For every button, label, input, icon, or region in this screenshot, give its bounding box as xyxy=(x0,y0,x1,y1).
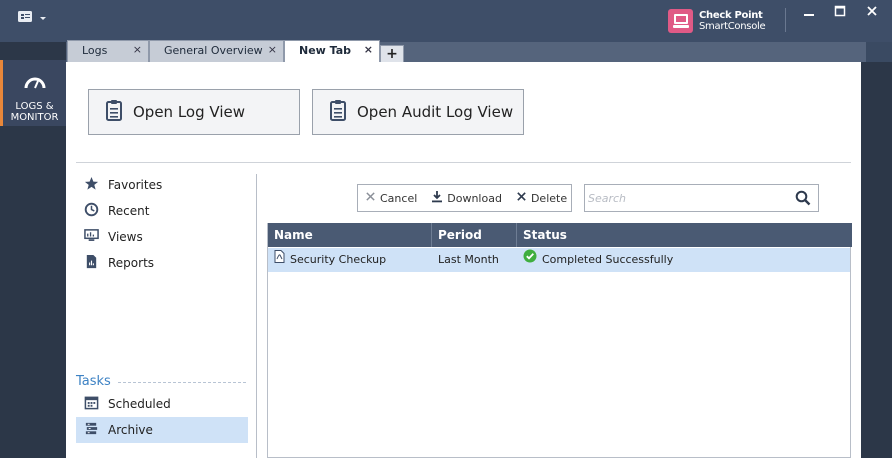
delete-icon xyxy=(516,191,527,205)
brand-name: Check Point xyxy=(699,10,763,21)
nav-item-label: Favorites xyxy=(108,178,163,192)
nav-item-recent[interactable]: Recent xyxy=(76,198,256,224)
tab-logs[interactable]: Logs × xyxy=(67,40,149,62)
minimize-icon xyxy=(803,5,815,20)
nav-list: Favorites Recent Views Reports xyxy=(76,172,256,276)
gauge-icon xyxy=(23,74,47,93)
open-log-view-button[interactable]: Open Log View xyxy=(88,89,300,135)
success-check-icon xyxy=(523,248,537,272)
task-item-label: Archive xyxy=(108,423,153,437)
tab-close-icon[interactable]: × xyxy=(364,40,373,60)
product-name: SmartConsole xyxy=(699,21,766,32)
brand-logo-area: Check Point SmartConsole xyxy=(668,8,766,34)
task-item-archive[interactable]: Archive xyxy=(76,417,248,443)
tab-new-tab[interactable]: New Tab × xyxy=(284,40,380,63)
chevron-down-icon xyxy=(39,11,47,25)
right-edge xyxy=(861,62,892,458)
task-item-scheduled[interactable]: Scheduled xyxy=(76,391,248,417)
download-icon xyxy=(431,190,443,206)
main-content: Open Log View Open Audit Log View Favori… xyxy=(66,62,861,458)
column-header-period[interactable]: Period xyxy=(432,223,517,247)
open-audit-log-view-label: Open Audit Log View xyxy=(357,103,514,121)
open-log-view-label: Open Log View xyxy=(133,103,245,121)
delete-button[interactable]: Delete xyxy=(509,185,574,211)
tasks-heading: Tasks xyxy=(76,374,111,389)
close-window-button[interactable] xyxy=(863,4,881,20)
rail-item-logs-monitor[interactable]: LOGS & MONITOR xyxy=(0,60,66,126)
clipboard-icon xyxy=(105,99,123,125)
panel-splitter[interactable] xyxy=(256,174,257,458)
rail-item-label-line1: LOGS & xyxy=(15,101,54,112)
tab-general-overview[interactable]: General Overview × xyxy=(149,40,284,62)
clipboard-icon xyxy=(329,99,347,125)
nav-item-favorites[interactable]: Favorites xyxy=(76,172,256,198)
nav-item-label: Views xyxy=(108,230,143,244)
tab-label: New Tab xyxy=(299,44,352,57)
title-bar: Check Point SmartConsole xyxy=(0,0,892,42)
left-rail: LOGS & MONITOR xyxy=(0,42,66,458)
star-icon xyxy=(84,176,99,194)
cancel-label: Cancel xyxy=(380,191,418,205)
calendar-icon xyxy=(84,395,99,413)
section-divider xyxy=(76,162,851,163)
monitor-icon xyxy=(84,228,99,246)
title-separator xyxy=(785,8,786,32)
nav-item-label: Recent xyxy=(108,204,150,218)
minimize-button[interactable] xyxy=(800,4,818,20)
maximize-button[interactable] xyxy=(831,4,849,20)
tasks-divider xyxy=(118,382,246,383)
task-item-label: Scheduled xyxy=(108,397,171,411)
clock-icon xyxy=(84,202,99,220)
nav-item-views[interactable]: Views xyxy=(76,224,256,250)
table-row[interactable]: Security Checkup Last Month Completed Su… xyxy=(268,248,850,272)
maximize-icon xyxy=(834,5,846,20)
delete-label: Delete xyxy=(530,191,568,205)
pdf-file-icon xyxy=(274,248,285,272)
column-header-status[interactable]: Status xyxy=(517,223,852,247)
row-name: Security Checkup xyxy=(290,253,387,266)
nav-item-label: Reports xyxy=(108,256,155,270)
table-header: Name Period Status xyxy=(268,223,852,247)
reports-table: Name Period Status Security Checkup Last… xyxy=(267,223,852,458)
nav-item-reports[interactable]: Reports xyxy=(76,250,256,276)
archive-icon xyxy=(84,421,99,439)
search-input[interactable] xyxy=(588,188,788,208)
row-period: Last Month xyxy=(438,253,499,266)
download-button[interactable]: Download xyxy=(424,185,509,211)
rail-item-label-line2: MONITOR xyxy=(10,112,59,123)
brand-icon xyxy=(668,9,693,33)
tab-label: General Overview xyxy=(164,44,263,57)
close-icon xyxy=(866,5,878,20)
reports-toolbar: Cancel Download Delete xyxy=(357,184,572,212)
app-menu-icon xyxy=(17,10,35,27)
search-box xyxy=(584,184,819,212)
open-audit-log-view-button[interactable]: Open Audit Log View xyxy=(312,89,524,135)
tab-close-icon[interactable]: × xyxy=(268,40,277,60)
report-icon xyxy=(84,254,99,272)
tab-label: Logs xyxy=(82,44,108,57)
tab-close-icon[interactable]: × xyxy=(133,40,142,60)
app-menu-button[interactable] xyxy=(17,9,53,27)
column-header-name[interactable]: Name xyxy=(268,223,432,247)
row-status: Completed Successfully xyxy=(542,253,674,266)
cancel-button[interactable]: Cancel xyxy=(358,185,424,211)
add-tab-button[interactable]: + xyxy=(380,45,404,62)
search-icon[interactable] xyxy=(795,190,811,209)
cancel-icon xyxy=(365,191,376,205)
download-label: Download xyxy=(447,191,502,205)
